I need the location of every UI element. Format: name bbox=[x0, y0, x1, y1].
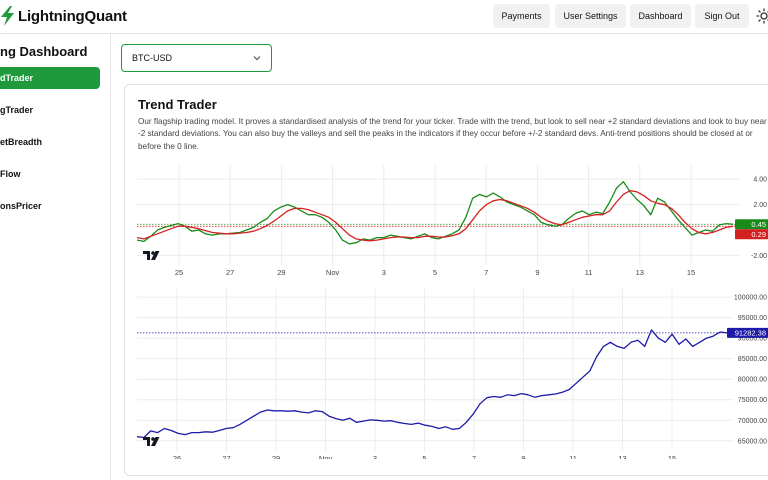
ticker-select[interactable]: BTC-USD bbox=[121, 44, 272, 72]
x-tick-label: Nov bbox=[319, 454, 333, 459]
card-title: Trend Trader bbox=[138, 97, 217, 112]
lightning-bolt-icon bbox=[1, 6, 14, 26]
x-tick-label: 7 bbox=[484, 268, 488, 277]
x-tick-label: 25 bbox=[175, 268, 183, 277]
x-tick-label: 11 bbox=[569, 454, 577, 459]
x-tick-label: 5 bbox=[433, 268, 437, 277]
y-tick-label: 2.00 bbox=[753, 202, 767, 209]
x-tick-label: 29 bbox=[277, 268, 285, 277]
last-value-label: 0.29 bbox=[751, 230, 766, 239]
y-tick-label: 4.00 bbox=[753, 177, 767, 184]
x-tick-label: 26 bbox=[173, 454, 181, 459]
indicator-chart[interactable]: 25 27 29 Nov 3 5 7 9 11 13 15 4.00 2.00 -2.00 0.450.29 bbox=[137, 163, 768, 278]
x-tick-label: 29 bbox=[272, 454, 280, 459]
chevron-down-icon bbox=[253, 56, 261, 61]
y-tick-label: -2.00 bbox=[751, 253, 767, 260]
dashboard-button[interactable]: Dashboard bbox=[630, 4, 691, 28]
x-tick-label: 13 bbox=[636, 268, 644, 277]
sidebar-item-swing-trader[interactable]: gTrader bbox=[0, 99, 100, 121]
last-value-label: 91282.38 bbox=[735, 329, 766, 338]
x-tick-label: 11 bbox=[585, 268, 593, 277]
trend-trader-card: Trend Trader Our flagship trading model.… bbox=[124, 84, 768, 476]
sign-out-button[interactable]: Sign Out bbox=[695, 4, 749, 28]
sidebar: ng Dashboard dTrader gTrader etBreadth F… bbox=[0, 34, 111, 480]
price-chart[interactable]: 26 27 29 Nov 3 5 7 9 11 13 15100000.0095000.009000… bbox=[137, 289, 768, 459]
sun-icon[interactable] bbox=[756, 8, 768, 24]
y-tick-label: 80000.00 bbox=[738, 377, 767, 384]
y-tick-label: 85000.00 bbox=[738, 356, 767, 363]
x-tick-label: 27 bbox=[222, 454, 230, 459]
last-value-label: 0.45 bbox=[751, 220, 766, 229]
x-tick-label: 3 bbox=[382, 268, 386, 277]
last-value-badge: 0.29 bbox=[735, 229, 768, 240]
sidebar-title: ng Dashboard bbox=[0, 44, 88, 59]
last-value-badge: 0.45 bbox=[735, 219, 768, 230]
app-name: LightningQuant bbox=[18, 7, 127, 25]
sidebar-item-market-breadth[interactable]: etBreadth bbox=[0, 131, 100, 153]
x-tick-label: Nov bbox=[326, 268, 340, 277]
x-tick-label: 7 bbox=[472, 454, 476, 459]
sidebar-item-options-pricer[interactable]: onsPricer bbox=[0, 195, 100, 217]
series-line bbox=[137, 329, 728, 439]
x-tick-label: 13 bbox=[618, 454, 626, 459]
ticker-select-value: BTC-USD bbox=[132, 53, 172, 63]
payments-button[interactable]: Payments bbox=[493, 4, 550, 28]
y-tick-label: 95000.00 bbox=[738, 315, 767, 322]
brand[interactable]: LightningQuant bbox=[0, 6, 127, 26]
x-tick-label: 9 bbox=[521, 454, 525, 459]
y-tick-label: 70000.00 bbox=[738, 418, 767, 425]
last-value-badge: 91282.38 bbox=[727, 327, 768, 338]
sidebar-item-trend-trader[interactable]: dTrader bbox=[0, 67, 100, 89]
x-tick-label: 15 bbox=[687, 268, 695, 277]
y-tick-label: 75000.00 bbox=[738, 397, 767, 404]
x-tick-label: 27 bbox=[226, 268, 234, 277]
user-settings-button[interactable]: User Settings bbox=[555, 4, 626, 28]
x-tick-label: 3 bbox=[373, 454, 377, 459]
sidebar-item-flow[interactable]: Flow bbox=[0, 163, 100, 185]
tradingview-logo-icon bbox=[143, 437, 160, 446]
x-tick-label: 9 bbox=[535, 268, 539, 277]
y-tick-label: 100000.00 bbox=[734, 295, 767, 302]
x-tick-label: 5 bbox=[422, 454, 426, 459]
x-tick-label: 15 bbox=[668, 454, 676, 459]
header: LightningQuant Payments User Settings Da… bbox=[0, 0, 768, 34]
y-tick-label: 65000.00 bbox=[738, 438, 767, 445]
card-description: Our flagship trading model. It proves a … bbox=[138, 117, 767, 151]
